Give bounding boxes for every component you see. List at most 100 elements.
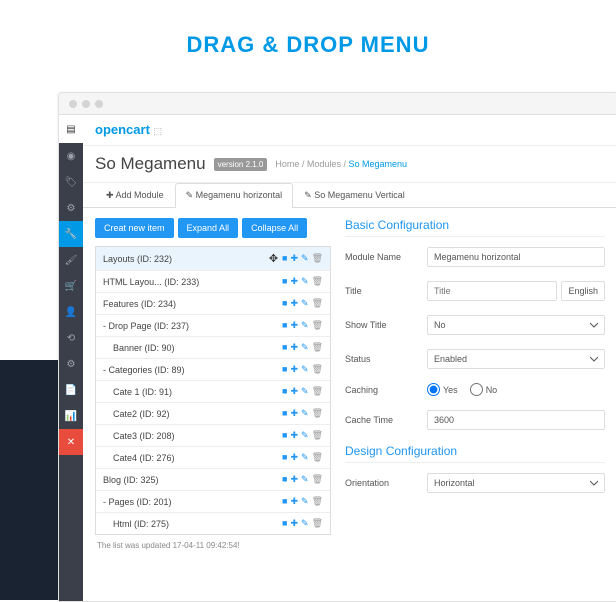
tree-item-label: Features (ID: 234) <box>103 299 282 309</box>
trash-icon[interactable]: 🗑 <box>312 408 323 419</box>
add-icon[interactable]: ■ <box>282 386 287 397</box>
tree-item[interactable]: Html (ID: 275)■✚✎🗑 <box>96 513 330 534</box>
add-icon[interactable]: ■ <box>282 452 287 463</box>
expand-icon[interactable]: ✚ <box>290 253 298 264</box>
tree-item[interactable]: - Drop Page (ID: 237)■✚✎🗑 <box>96 315 330 337</box>
edit-icon[interactable]: ✎ <box>301 430 309 441</box>
show-title-select[interactable]: No <box>427 315 605 335</box>
add-icon[interactable]: ■ <box>282 408 287 419</box>
add-icon[interactable]: ■ <box>282 253 287 264</box>
sidebar-cart-icon[interactable]: 🛒 <box>59 273 83 299</box>
add-icon[interactable]: ■ <box>282 518 287 529</box>
sidebar: ▤ ◉ 🏷 ⚙ 🔧 🖌 🛒 👤 ⟲ ⚙ 📄 📊 ✕ <box>59 115 83 601</box>
caching-yes[interactable]: Yes <box>427 383 458 396</box>
add-icon[interactable]: ■ <box>282 320 287 331</box>
tree-item[interactable]: Banner (ID: 90)■✚✎🗑 <box>96 337 330 359</box>
tree-item[interactable]: Cate3 (ID: 208)■✚✎🗑 <box>96 425 330 447</box>
tree-item-label: Cate4 (ID: 276) <box>103 453 282 463</box>
expand-icon[interactable]: ✚ <box>290 386 298 397</box>
breadcrumb-current[interactable]: So Megamenu <box>348 159 407 169</box>
edit-icon[interactable]: ✎ <box>301 342 309 353</box>
sidebar-file-icon[interactable]: 📄 <box>59 377 83 403</box>
tree-item[interactable]: - Categories (ID: 89)■✚✎🗑 <box>96 359 330 381</box>
create-item-button[interactable]: Creat new item <box>95 218 174 238</box>
add-icon[interactable]: ■ <box>282 276 287 287</box>
tree-item[interactable]: Cate4 (ID: 276)■✚✎🗑 <box>96 447 330 469</box>
edit-icon[interactable]: ✎ <box>301 386 309 397</box>
trash-icon[interactable]: 🗑 <box>312 518 323 529</box>
tree-item[interactable]: Cate2 (ID: 92)■✚✎🗑 <box>96 403 330 425</box>
add-icon[interactable]: ■ <box>282 496 287 507</box>
trash-icon[interactable]: 🗑 <box>312 320 323 331</box>
title-input[interactable] <box>427 281 557 301</box>
status-select[interactable]: Enabled <box>427 349 605 369</box>
edit-icon[interactable]: ✎ <box>301 408 309 419</box>
sidebar-chart-icon[interactable]: 📊 <box>59 403 83 429</box>
trash-icon[interactable]: 🗑 <box>312 298 323 309</box>
sidebar-cog-icon[interactable]: ⚙ <box>59 195 83 221</box>
trash-icon[interactable]: 🗑 <box>312 364 323 375</box>
cache-time-input[interactable] <box>427 410 605 430</box>
trash-icon[interactable]: 🗑 <box>312 276 323 287</box>
trash-icon[interactable]: 🗑 <box>312 253 323 264</box>
add-icon[interactable]: ■ <box>282 342 287 353</box>
add-icon[interactable]: ■ <box>282 430 287 441</box>
tree-item[interactable]: Layouts (ID: 232)✥■✚✎🗑 <box>96 247 330 271</box>
tree-item[interactable]: HTML Layou... (ID: 233)■✚✎🗑 <box>96 271 330 293</box>
caching-no[interactable]: No <box>470 383 498 396</box>
tab-add-module[interactable]: ✚ Add Module <box>95 183 175 207</box>
edit-icon[interactable]: ✎ <box>301 452 309 463</box>
tab-megamenu-vertical[interactable]: ✎ So Megamenu Vertical <box>293 183 416 207</box>
expand-icon[interactable]: ✚ <box>290 408 298 419</box>
trash-icon[interactable]: 🗑 <box>312 452 323 463</box>
basic-config-title: Basic Configuration <box>345 218 605 237</box>
tree-item[interactable]: Features (ID: 234)■✚✎🗑 <box>96 293 330 315</box>
edit-icon[interactable]: ✎ <box>301 474 309 485</box>
edit-icon[interactable]: ✎ <box>301 276 309 287</box>
trash-icon[interactable]: 🗑 <box>312 386 323 397</box>
tree-item[interactable]: Cate 1 (ID: 91)■✚✎🗑 <box>96 381 330 403</box>
sidebar-users-icon[interactable]: 👤 <box>59 299 83 325</box>
sidebar-gear-icon[interactable]: ⚙ <box>59 351 83 377</box>
tree-item[interactable]: - Pages (ID: 201)■✚✎🗑 <box>96 491 330 513</box>
expand-icon[interactable]: ✚ <box>290 298 298 309</box>
trash-icon[interactable]: 🗑 <box>312 474 323 485</box>
tab-megamenu-horizontal[interactable]: ✎ Megamenu horizontal <box>175 183 294 208</box>
edit-icon[interactable]: ✎ <box>301 298 309 309</box>
edit-icon[interactable]: ✎ <box>301 518 309 529</box>
language-button[interactable]: English <box>561 281 605 301</box>
add-icon[interactable]: ■ <box>282 364 287 375</box>
browser-window: ▤ ◉ 🏷 ⚙ 🔧 🖌 🛒 👤 ⟲ ⚙ 📄 📊 ✕ opencart ⬚ So … <box>58 92 616 602</box>
sidebar-logo[interactable]: ▤ <box>59 115 83 143</box>
expand-icon[interactable]: ✚ <box>290 364 298 375</box>
sidebar-close-icon[interactable]: ✕ <box>59 429 83 455</box>
add-icon[interactable]: ■ <box>282 298 287 309</box>
trash-icon[interactable]: 🗑 <box>312 430 323 441</box>
sidebar-tag-icon[interactable]: 🏷 <box>59 169 83 195</box>
expand-icon[interactable]: ✚ <box>290 430 298 441</box>
orientation-select[interactable]: Horizontal <box>427 473 605 493</box>
sidebar-dashboard-icon[interactable]: ◉ <box>59 143 83 169</box>
trash-icon[interactable]: 🗑 <box>312 496 323 507</box>
tree-item[interactable]: Blog (ID: 325)■✚✎🗑 <box>96 469 330 491</box>
expand-icon[interactable]: ✚ <box>290 342 298 353</box>
expand-icon[interactable]: ✚ <box>290 320 298 331</box>
expand-icon[interactable]: ✚ <box>290 518 298 529</box>
edit-icon[interactable]: ✎ <box>301 364 309 375</box>
add-icon[interactable]: ■ <box>282 474 287 485</box>
edit-icon[interactable]: ✎ <box>301 320 309 331</box>
expand-icon[interactable]: ✚ <box>290 452 298 463</box>
module-name-input[interactable] <box>427 247 605 267</box>
edit-icon[interactable]: ✎ <box>301 496 309 507</box>
drag-handle-icon[interactable]: ✥ <box>269 252 278 265</box>
expand-icon[interactable]: ✚ <box>290 276 298 287</box>
sidebar-paint-icon[interactable]: 🖌 <box>59 247 83 273</box>
edit-icon[interactable]: ✎ <box>301 253 309 264</box>
trash-icon[interactable]: 🗑 <box>312 342 323 353</box>
sidebar-share-icon[interactable]: ⟲ <box>59 325 83 351</box>
collapse-all-button[interactable]: Collapse All <box>242 218 307 238</box>
sidebar-extensions-icon[interactable]: 🔧 <box>59 221 83 247</box>
expand-icon[interactable]: ✚ <box>290 474 298 485</box>
expand-all-button[interactable]: Expand All <box>178 218 239 238</box>
expand-icon[interactable]: ✚ <box>290 496 298 507</box>
